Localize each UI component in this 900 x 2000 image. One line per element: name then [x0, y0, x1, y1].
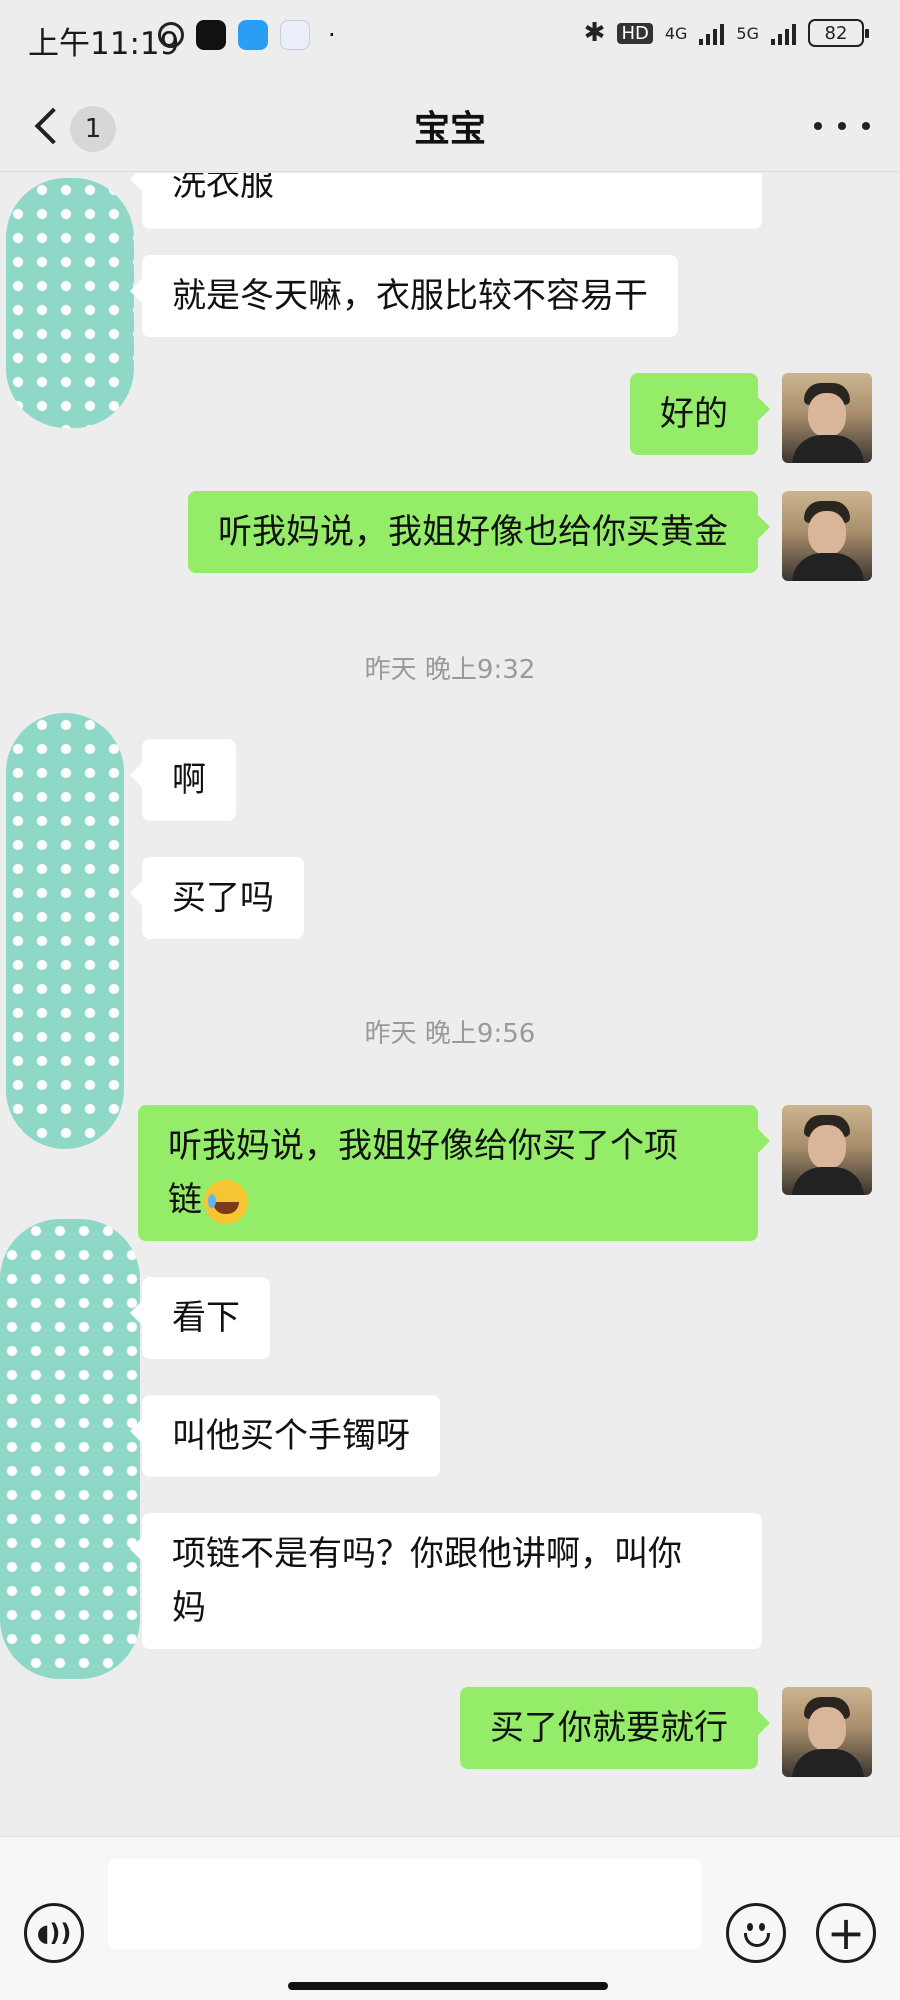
status-notification-icons: ·	[158, 20, 336, 50]
message-text: 听我妈说，我姐好像也给你买黄金	[218, 512, 728, 552]
message-text-line: 妈	[172, 1588, 206, 1628]
chat-title: 宝宝	[413, 109, 486, 150]
message-bubble-incoming[interactable]: 项链不是有吗？你跟他讲啊，叫你 妈	[130, 1513, 762, 1649]
status-bar: 上午11:19 · ✱ HD 4G 5G 82	[0, 0, 900, 80]
signal-strength-icon	[699, 21, 725, 45]
status-time: 上午11:19	[28, 26, 180, 62]
message-bubble-incoming[interactable]: 就是冬天嘛，衣服比较不容易干	[130, 255, 678, 337]
bluetooth-icon: ✱	[583, 18, 606, 48]
message-bubble-incoming[interactable]: 看下	[130, 1277, 270, 1359]
message-text: 洗衣服	[172, 173, 274, 204]
user-avatar[interactable]	[782, 373, 872, 463]
message-text: 啊	[172, 760, 206, 800]
message-text-line: 项链不是有吗？你跟他讲啊，叫你	[172, 1534, 682, 1574]
message-bubble-incoming[interactable]: 买了吗	[130, 857, 304, 939]
message-bubble-incoming[interactable]: 叫他买个手镯呀	[130, 1395, 440, 1477]
message-text: 就是冬天嘛，衣服比较不容易干	[172, 276, 648, 316]
more-actions-button[interactable]: +	[816, 1903, 876, 1963]
message-text-line: 听我妈说，我姐好像给你买了个项	[168, 1126, 678, 1166]
network-label-2: 5G	[736, 23, 759, 43]
message-app-icon	[238, 20, 268, 50]
message-input[interactable]	[108, 1859, 702, 1949]
message-bubble-outgoing[interactable]: 好的	[630, 373, 770, 455]
tiktok-app-icon	[196, 20, 226, 50]
hd-badge: HD	[617, 22, 653, 44]
voice-input-button[interactable]: ◖))	[24, 1903, 84, 1963]
alarm-icon	[158, 22, 184, 48]
baidu-app-icon	[280, 20, 310, 50]
user-avatar[interactable]	[782, 1105, 872, 1195]
contact-avatar[interactable]	[0, 1219, 140, 1679]
more-dot-icon	[862, 122, 870, 130]
emoji-button[interactable]	[726, 1903, 786, 1963]
message-text: 买了吗	[172, 878, 274, 918]
crying-laughing-emoji-icon	[204, 1179, 248, 1224]
smiley-icon	[730, 1907, 782, 1959]
contact-avatar[interactable]	[6, 713, 124, 1149]
message-timestamp: 昨天 晚上9:32	[364, 655, 536, 685]
message-text-line: 链	[168, 1180, 202, 1220]
home-indicator[interactable]	[288, 1982, 608, 1990]
message-text: 叫他买个手镯呀	[172, 1416, 410, 1456]
chat-header: 1 宝宝	[0, 80, 900, 172]
message-text: 好的	[660, 394, 728, 434]
message-text: 看下	[172, 1298, 240, 1338]
contact-avatar[interactable]	[6, 178, 134, 428]
network-label-1: 4G	[664, 23, 688, 43]
message-bubble-outgoing[interactable]: 听我妈说，我姐好像也给你买黄金	[188, 491, 770, 573]
user-avatar[interactable]	[782, 491, 872, 581]
battery-icon: 82	[808, 19, 869, 47]
message-timestamp: 昨天 晚上9:56	[364, 1019, 536, 1049]
plus-icon: +	[826, 1906, 866, 1960]
signal-strength-icon-2	[771, 21, 796, 45]
more-options-button[interactable]	[814, 106, 870, 146]
message-text: 买了你就要就行	[490, 1708, 728, 1748]
more-dot-icon	[838, 122, 846, 130]
user-avatar[interactable]	[782, 1687, 872, 1777]
message-input-bar: ◖)) +	[0, 1836, 900, 2000]
message-list[interactable]: 洗衣服 就是冬天嘛，衣服比较不容易干 好的 听我妈说，我姐好像也给你买黄金 昨天…	[0, 173, 900, 1836]
message-bubble-outgoing[interactable]: 听我妈说，我姐好像给你买了个项 链	[138, 1105, 770, 1241]
message-bubble-incoming[interactable]: 洗衣服	[130, 173, 762, 229]
voice-icon: ◖))	[36, 1919, 72, 1947]
more-notifications-dot-icon: ·	[328, 21, 336, 49]
status-right: ✱ HD 4G 5G 82	[583, 18, 869, 48]
message-bubble-outgoing[interactable]: 买了你就要就行	[460, 1687, 770, 1769]
more-dot-icon	[814, 122, 822, 130]
message-bubble-incoming[interactable]: 啊	[130, 739, 236, 821]
